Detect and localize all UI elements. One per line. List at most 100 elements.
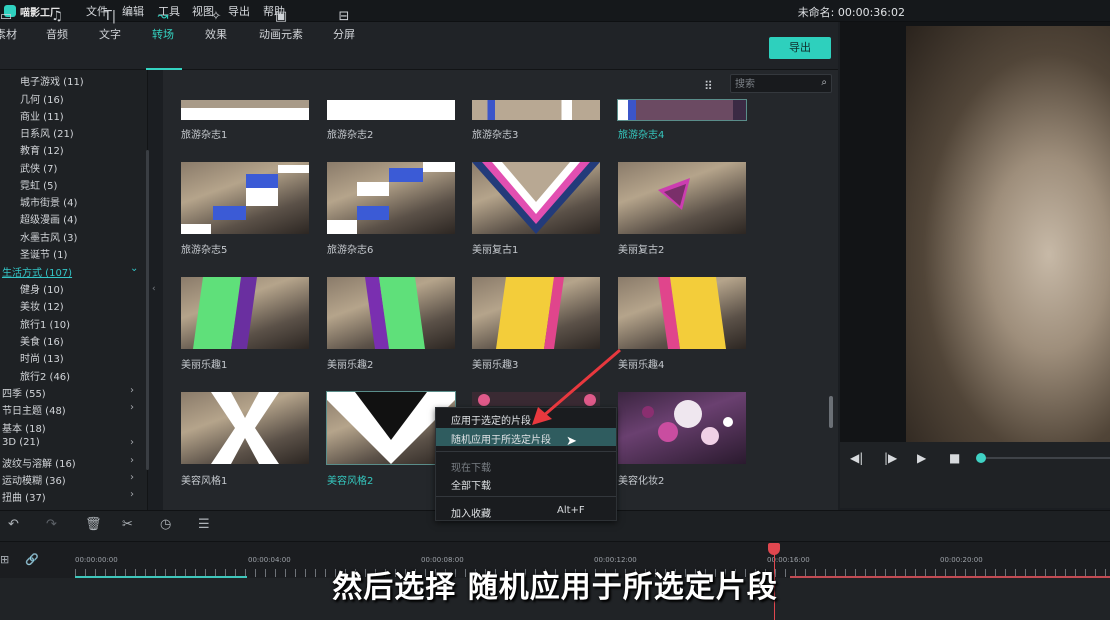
step-back-icon[interactable]: |▶ bbox=[884, 451, 897, 465]
thumbnail-label: 美容风格1 bbox=[181, 476, 228, 487]
speed-icon[interactable]: ◷ bbox=[160, 517, 171, 532]
undo-icon[interactable]: ↶ bbox=[8, 517, 19, 532]
subcategory-item[interactable]: 时尚 (13) bbox=[20, 350, 64, 365]
transition-thumbnail[interactable] bbox=[472, 277, 600, 349]
tab-label: 文字 bbox=[99, 28, 121, 41]
category-group-selected[interactable]: 生活方式 (107) bbox=[2, 264, 72, 279]
transition-thumbnail[interactable] bbox=[327, 100, 455, 120]
menu-item-add-favorite[interactable]: 加入收藏 bbox=[451, 505, 491, 520]
category-group[interactable]: 波纹与溶解 (16) bbox=[2, 455, 76, 470]
category-group[interactable]: 扭曲 (37) bbox=[2, 489, 46, 504]
transition-thumbnail[interactable] bbox=[327, 277, 455, 349]
thumbnail-label: 美容风格2 bbox=[327, 476, 374, 487]
subcategory-item[interactable]: 旅行1 (10) bbox=[20, 316, 70, 331]
thumbnail-label: 旅游杂志3 bbox=[472, 130, 519, 141]
category-group[interactable]: 节日主题 (48) bbox=[2, 402, 66, 417]
tab-effects[interactable]: ✧ 效果 bbox=[194, 8, 238, 42]
thumbnail-label: 旅游杂志1 bbox=[181, 130, 228, 141]
category-item[interactable]: 教育 (12) bbox=[20, 142, 64, 157]
sidebar-scrollbar[interactable] bbox=[146, 150, 149, 470]
menu-item-apply-selected[interactable]: 应用于选定的片段 bbox=[451, 412, 531, 427]
category-item[interactable]: 城市街景 (4) bbox=[20, 194, 77, 209]
thumbnail-label: 美丽乐趣3 bbox=[472, 360, 519, 371]
category-item[interactable]: 商业 (11) bbox=[20, 108, 64, 123]
menu-separator bbox=[436, 451, 616, 452]
redo-icon[interactable]: ↷ bbox=[46, 517, 57, 532]
category-item[interactable]: 霓虹 (5) bbox=[20, 177, 57, 192]
export-button[interactable]: 导出 bbox=[769, 37, 831, 59]
grid-view-icon[interactable]: ⠿ bbox=[704, 79, 713, 93]
split-screen-icon: ⊟ bbox=[338, 9, 350, 24]
chevron-right-icon[interactable]: › bbox=[130, 402, 134, 413]
thumbnail-label: 美丽复古1 bbox=[472, 245, 519, 256]
cut-icon[interactable]: ✂ bbox=[122, 517, 133, 532]
thumbnail-label: 旅游杂志2 bbox=[327, 130, 374, 141]
tab-transitions[interactable]: ↝ 转场 bbox=[141, 8, 185, 42]
search-icon[interactable]: ⌕ bbox=[821, 77, 827, 88]
chevron-right-icon[interactable]: › bbox=[130, 489, 134, 500]
category-item[interactable]: 武侠 (7) bbox=[20, 160, 57, 175]
collapse-sidebar-icon[interactable]: ‹ bbox=[152, 284, 156, 294]
preview-progress-handle[interactable] bbox=[976, 453, 986, 463]
subcategory-item[interactable]: 美食 (16) bbox=[20, 333, 64, 348]
library-scrollbar[interactable] bbox=[829, 396, 833, 428]
menu-item-download-now: 现在下载 bbox=[451, 463, 491, 474]
transition-thumbnail[interactable] bbox=[327, 162, 455, 234]
transition-thumbnail[interactable] bbox=[181, 162, 309, 234]
transition-thumbnail[interactable] bbox=[618, 392, 746, 464]
category-item[interactable]: 日系风 (21) bbox=[20, 125, 74, 140]
transition-thumbnail[interactable] bbox=[618, 162, 746, 234]
transition-thumbnail[interactable] bbox=[617, 99, 747, 121]
category-item[interactable]: 圣诞节 (1) bbox=[20, 246, 67, 261]
category-group[interactable]: 四季 (55) bbox=[2, 385, 46, 400]
transition-thumbnail[interactable] bbox=[181, 100, 309, 120]
category-item[interactable]: 电子游戏 (11) bbox=[20, 73, 84, 88]
chevron-down-icon[interactable]: ⌄ bbox=[130, 263, 138, 274]
tab-label: 音频 bbox=[46, 28, 68, 41]
category-group[interactable]: 3D (21) bbox=[2, 437, 40, 448]
thumbnail-label: 旅游杂志5 bbox=[181, 245, 228, 256]
subcategory-item[interactable]: 旅行2 (46) bbox=[20, 368, 70, 383]
annotation-arrow bbox=[532, 348, 621, 425]
tab-split-screen[interactable]: ⊟ 分屏 bbox=[322, 8, 366, 42]
image-icon: ▣ bbox=[274, 9, 288, 24]
shortcut-label: Alt+F bbox=[557, 505, 585, 516]
transition-thumbnail[interactable] bbox=[181, 392, 309, 464]
thumbnail-label: 美容化妆2 bbox=[618, 476, 665, 487]
transition-thumbnail[interactable] bbox=[181, 277, 309, 349]
delete-icon[interactable]: 🗑 bbox=[85, 517, 102, 532]
mouse-cursor-icon: ➤ bbox=[566, 434, 577, 449]
chevron-right-icon[interactable]: › bbox=[130, 472, 134, 483]
category-group[interactable]: 基本 (18) bbox=[2, 420, 46, 435]
preview-progress-bar[interactable] bbox=[980, 457, 1110, 459]
search-input[interactable] bbox=[735, 77, 813, 91]
previous-frame-icon[interactable]: ◀| bbox=[850, 451, 863, 465]
category-item[interactable]: 水墨古风 (3) bbox=[20, 229, 77, 244]
adjust-icon[interactable]: ☰ bbox=[198, 517, 210, 532]
thumbnail-label: 美丽乐趣2 bbox=[327, 360, 374, 371]
chevron-right-icon[interactable]: › bbox=[130, 437, 134, 448]
chevron-right-icon[interactable]: › bbox=[130, 385, 134, 396]
playhead-handle[interactable] bbox=[768, 543, 780, 555]
chevron-right-icon[interactable]: › bbox=[130, 455, 134, 466]
tab-audio[interactable]: ♫ 音频 bbox=[35, 8, 79, 42]
category-item[interactable]: 几何 (16) bbox=[20, 91, 64, 106]
tab-text[interactable]: T| 文字 bbox=[88, 8, 132, 42]
folder-icon: ▭ bbox=[0, 9, 13, 24]
stop-icon[interactable]: ■ bbox=[949, 451, 960, 465]
text-icon: T| bbox=[103, 9, 117, 24]
tab-label: 效果 bbox=[205, 28, 227, 41]
tab-label: 转场 bbox=[152, 28, 174, 41]
search-box[interactable]: ⌕ bbox=[730, 74, 832, 93]
category-group[interactable]: 运动模糊 (36) bbox=[2, 472, 66, 487]
tab-media[interactable]: ▭ 素材 bbox=[0, 8, 28, 42]
menu-item-download-all[interactable]: 全部下载 bbox=[451, 477, 491, 492]
transition-thumbnail[interactable] bbox=[472, 100, 600, 120]
category-item[interactable]: 超级漫画 (4) bbox=[20, 211, 77, 226]
tab-elements[interactable]: ▣ 动画元素 bbox=[258, 8, 304, 42]
subcategory-item[interactable]: 美妆 (12) bbox=[20, 298, 64, 313]
transition-thumbnail[interactable] bbox=[618, 277, 746, 349]
play-icon[interactable]: ▶ bbox=[917, 451, 926, 465]
transition-thumbnail[interactable] bbox=[472, 162, 600, 234]
subcategory-item[interactable]: 健身 (10) bbox=[20, 281, 64, 296]
